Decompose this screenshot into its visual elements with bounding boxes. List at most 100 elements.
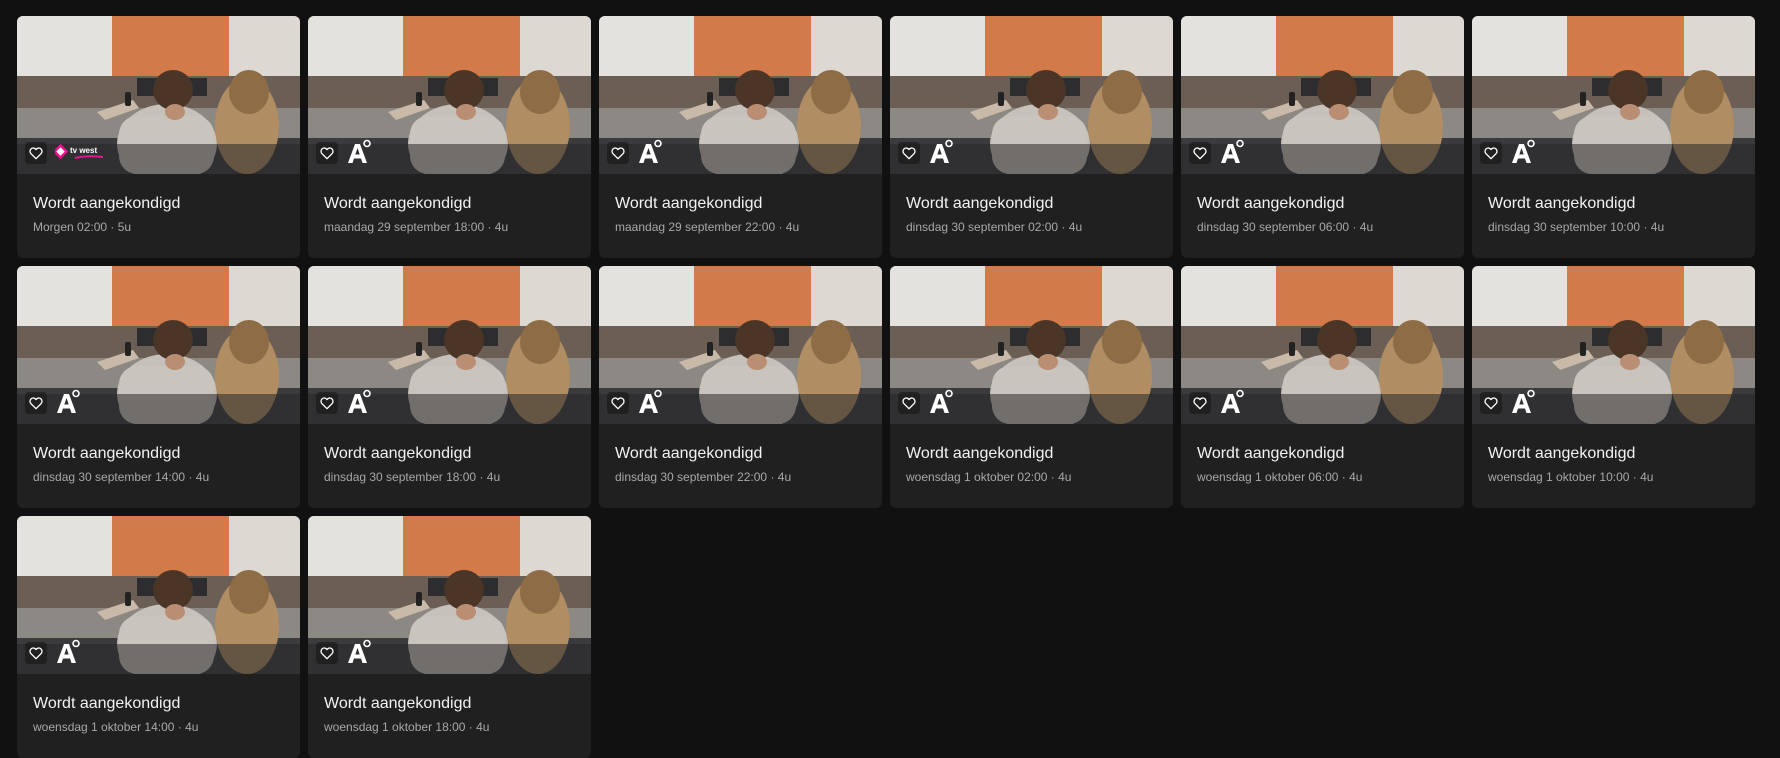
a-channel-logo	[346, 139, 372, 165]
program-thumbnail	[890, 16, 1173, 174]
program-title: Wordt aangekondigd	[33, 445, 181, 462]
program-schedule: woensdag 1 oktober 02:00 · 4u	[906, 470, 1072, 484]
program-schedule: dinsdag 30 september 10:00 · 4u	[1488, 220, 1665, 234]
program-schedule: maandag 29 september 22:00 · 4u	[615, 220, 800, 234]
program-thumbnail	[1181, 16, 1464, 174]
heart-outline-icon	[611, 147, 625, 160]
program-thumbnail	[1472, 16, 1755, 174]
heart-outline-icon	[902, 397, 916, 410]
favorite-button[interactable]	[898, 392, 920, 414]
favorite-button[interactable]	[316, 642, 338, 664]
program-thumbnail	[17, 516, 300, 674]
program-title: Wordt aangekondigd	[324, 195, 472, 212]
program-schedule: woensdag 1 oktober 14:00 · 4u	[33, 720, 199, 734]
program-title: Wordt aangekondigd	[1197, 195, 1345, 212]
a-channel-logo	[1510, 389, 1536, 415]
program-schedule: dinsdag 30 september 14:00 · 4u	[33, 470, 210, 484]
program-schedule: woensdag 1 oktober 18:00 · 4u	[324, 720, 490, 734]
program-title: Wordt aangekondigd	[33, 695, 181, 712]
a-channel-logo	[637, 389, 663, 415]
program-card[interactable]: Wordt aangekondigd woensdag 1 oktober 06…	[1181, 266, 1464, 508]
favorite-button[interactable]	[25, 142, 47, 164]
program-schedule: dinsdag 30 september 18:00 · 4u	[324, 470, 501, 484]
program-card[interactable]: Wordt aangekondigd woensdag 1 oktober 10…	[1472, 266, 1755, 508]
program-schedule: Morgen 02:00 · 5u	[33, 220, 132, 234]
program-card[interactable]: tv west Wordt aangekondigd Morgen 02:00 …	[17, 16, 300, 258]
program-schedule: woensdag 1 oktober 06:00 · 4u	[1197, 470, 1363, 484]
program-card[interactable]: Wordt aangekondigd woensdag 1 oktober 02…	[890, 266, 1173, 508]
program-thumbnail: tv west	[17, 16, 300, 174]
a-channel-logo	[346, 389, 372, 415]
program-title: Wordt aangekondigd	[906, 195, 1054, 212]
svg-text:tv west: tv west	[70, 146, 97, 155]
program-thumbnail	[17, 266, 300, 424]
program-title: Wordt aangekondigd	[33, 195, 181, 212]
favorite-button[interactable]	[898, 142, 920, 164]
heart-outline-icon	[29, 397, 43, 410]
program-title: Wordt aangekondigd	[324, 445, 472, 462]
favorite-button[interactable]	[316, 392, 338, 414]
heart-outline-icon	[1484, 147, 1498, 160]
favorite-button[interactable]	[607, 142, 629, 164]
heart-outline-icon	[320, 647, 334, 660]
program-card[interactable]: Wordt aangekondigd dinsdag 30 september …	[890, 16, 1173, 258]
favorite-button[interactable]	[1189, 392, 1211, 414]
favorite-button[interactable]	[607, 392, 629, 414]
program-schedule: maandag 29 september 18:00 · 4u	[324, 220, 509, 234]
program-card[interactable]: Wordt aangekondigd dinsdag 30 september …	[1472, 16, 1755, 258]
heart-outline-icon	[1193, 147, 1207, 160]
heart-outline-icon	[29, 647, 43, 660]
heart-outline-icon	[902, 147, 916, 160]
program-title: Wordt aangekondigd	[1488, 445, 1636, 462]
favorite-button[interactable]	[25, 642, 47, 664]
program-card[interactable]: Wordt aangekondigd dinsdag 30 september …	[308, 266, 591, 508]
favorite-button[interactable]	[25, 392, 47, 414]
program-card[interactable]: Wordt aangekondigd maandag 29 september …	[308, 16, 591, 258]
heart-outline-icon	[1484, 397, 1498, 410]
program-card[interactable]: Wordt aangekondigd woensdag 1 oktober 14…	[17, 516, 300, 758]
program-thumbnail	[1181, 266, 1464, 424]
heart-outline-icon	[1193, 397, 1207, 410]
program-thumbnail	[308, 16, 591, 174]
program-title: Wordt aangekondigd	[906, 445, 1054, 462]
a-channel-logo	[1219, 139, 1245, 165]
a-channel-logo	[637, 139, 663, 165]
favorite-button[interactable]	[1480, 142, 1502, 164]
a-channel-logo	[928, 139, 954, 165]
program-grid: tv west Wordt aangekondigd Morgen 02:00 …	[17, 16, 1755, 758]
heart-outline-icon	[320, 147, 334, 160]
program-title: Wordt aangekondigd	[324, 695, 472, 712]
program-card[interactable]: Wordt aangekondigd dinsdag 30 september …	[1181, 16, 1464, 258]
program-title: Wordt aangekondigd	[615, 195, 763, 212]
favorite-button[interactable]	[316, 142, 338, 164]
a-channel-logo	[1510, 139, 1536, 165]
program-schedule: woensdag 1 oktober 10:00 · 4u	[1488, 470, 1654, 484]
program-thumbnail	[599, 16, 882, 174]
program-thumbnail	[890, 266, 1173, 424]
program-card[interactable]: Wordt aangekondigd dinsdag 30 september …	[599, 266, 882, 508]
favorite-button[interactable]	[1480, 392, 1502, 414]
program-title: Wordt aangekondigd	[1488, 195, 1636, 212]
program-thumbnail	[308, 266, 591, 424]
program-card[interactable]: Wordt aangekondigd maandag 29 september …	[599, 16, 882, 258]
program-card[interactable]: Wordt aangekondigd dinsdag 30 september …	[17, 266, 300, 508]
a-channel-logo	[55, 389, 81, 415]
program-card[interactable]: Wordt aangekondigd woensdag 1 oktober 18…	[308, 516, 591, 758]
program-schedule: dinsdag 30 september 02:00 · 4u	[906, 220, 1083, 234]
heart-outline-icon	[611, 397, 625, 410]
heart-outline-icon	[29, 147, 43, 160]
a-channel-logo	[928, 389, 954, 415]
a-channel-logo	[346, 639, 372, 665]
tv-west-logo: tv west	[55, 139, 107, 165]
program-thumbnail	[1472, 266, 1755, 424]
program-title: Wordt aangekondigd	[1197, 445, 1345, 462]
a-channel-logo	[55, 639, 81, 665]
program-title: Wordt aangekondigd	[615, 445, 763, 462]
heart-outline-icon	[320, 397, 334, 410]
favorite-button[interactable]	[1189, 142, 1211, 164]
program-schedule: dinsdag 30 september 22:00 · 4u	[615, 470, 792, 484]
program-thumbnail	[599, 266, 882, 424]
program-thumbnail	[308, 516, 591, 674]
a-channel-logo	[1219, 389, 1245, 415]
program-schedule: dinsdag 30 september 06:00 · 4u	[1197, 220, 1374, 234]
